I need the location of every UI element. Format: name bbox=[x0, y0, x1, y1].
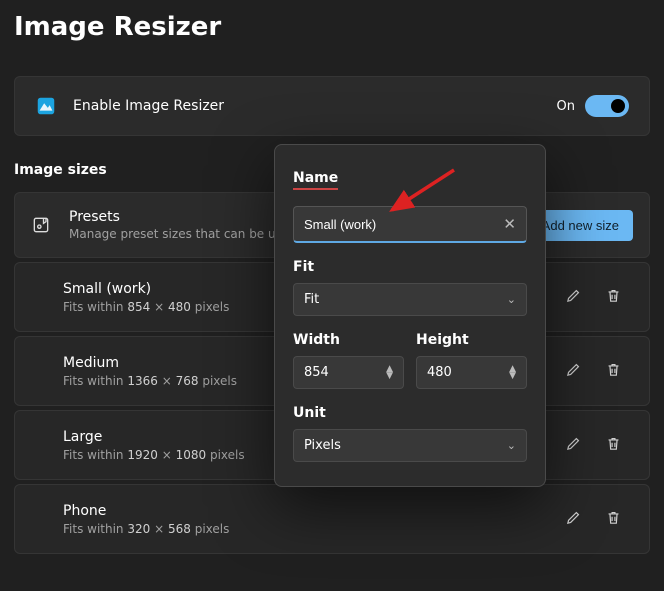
height-value: 480 bbox=[427, 365, 452, 380]
edit-button[interactable] bbox=[553, 351, 593, 391]
trash-icon bbox=[605, 435, 622, 455]
height-label: Height bbox=[416, 332, 527, 348]
width-value: 854 bbox=[304, 365, 329, 380]
size-meta: Fits within 320 × 568 pixels bbox=[63, 522, 553, 536]
width-label: Width bbox=[293, 332, 404, 348]
delete-button[interactable] bbox=[593, 425, 633, 465]
size-row: Phone Fits within 320 × 568 pixels bbox=[14, 484, 650, 554]
page-title: Image Resizer bbox=[0, 0, 664, 46]
name-input-wrap[interactable]: ✕ bbox=[293, 206, 527, 243]
edit-button[interactable] bbox=[553, 499, 593, 539]
size-name: Phone bbox=[63, 503, 553, 519]
pencil-icon bbox=[565, 361, 582, 381]
trash-icon bbox=[605, 361, 622, 381]
delete-button[interactable] bbox=[593, 277, 633, 317]
enable-state: On bbox=[557, 99, 575, 114]
edit-button[interactable] bbox=[553, 277, 593, 317]
app-icon bbox=[35, 95, 57, 117]
spinner-icon[interactable]: ▲▼ bbox=[386, 366, 393, 380]
enable-card: Enable Image Resizer On bbox=[14, 76, 650, 136]
fit-label: Fit bbox=[293, 259, 527, 275]
enable-toggle[interactable] bbox=[585, 95, 629, 117]
edit-size-popup: Name ✕ Fit Fit ⌄ Width 854 ▲▼ Height 480… bbox=[274, 144, 546, 487]
chevron-down-icon: ⌄ bbox=[507, 439, 516, 452]
unit-value: Pixels bbox=[304, 438, 341, 453]
name-label: Name bbox=[293, 170, 338, 190]
unit-label: Unit bbox=[293, 405, 527, 421]
fit-select[interactable]: Fit ⌄ bbox=[293, 283, 527, 316]
delete-button[interactable] bbox=[593, 351, 633, 391]
presets-icon bbox=[31, 215, 53, 235]
pencil-icon bbox=[565, 435, 582, 455]
spinner-icon[interactable]: ▲▼ bbox=[509, 366, 516, 380]
enable-label: Enable Image Resizer bbox=[73, 98, 557, 114]
close-icon: ✕ bbox=[503, 216, 516, 233]
chevron-down-icon: ⌄ bbox=[507, 293, 516, 306]
width-input[interactable]: 854 ▲▼ bbox=[293, 356, 404, 389]
trash-icon bbox=[605, 287, 622, 307]
unit-select[interactable]: Pixels ⌄ bbox=[293, 429, 527, 462]
name-input[interactable] bbox=[304, 217, 503, 232]
edit-button[interactable] bbox=[553, 425, 593, 465]
clear-input-button[interactable]: ✕ bbox=[503, 215, 516, 233]
height-input[interactable]: 480 ▲▼ bbox=[416, 356, 527, 389]
delete-button[interactable] bbox=[593, 499, 633, 539]
trash-icon bbox=[605, 509, 622, 529]
pencil-icon bbox=[565, 509, 582, 529]
pencil-icon bbox=[565, 287, 582, 307]
fit-value: Fit bbox=[304, 292, 319, 307]
